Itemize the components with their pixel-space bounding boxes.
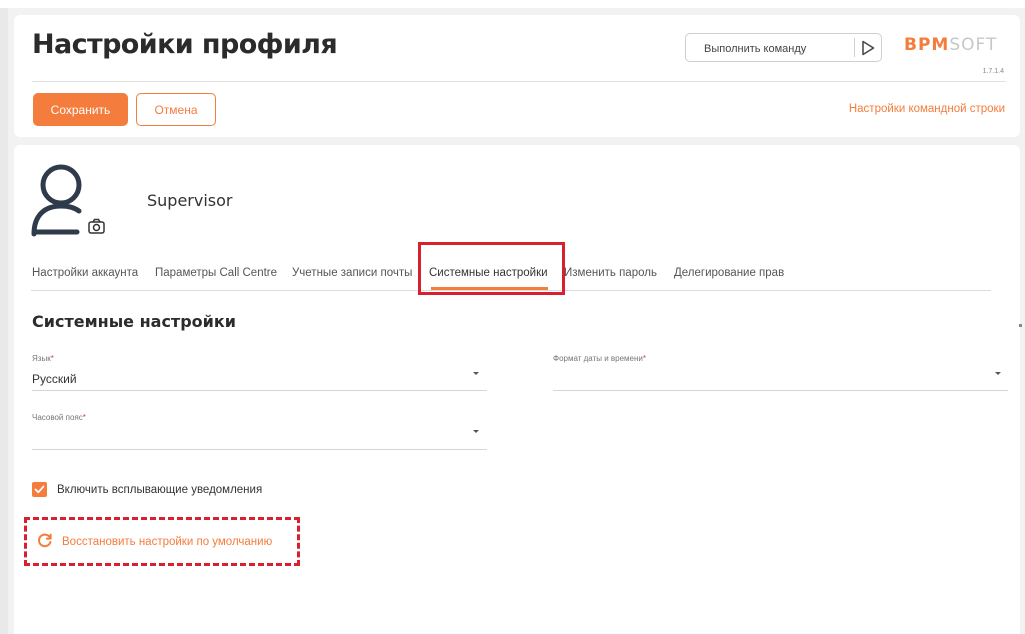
- popup-notifications-label[interactable]: Включить всплывающие уведомления: [57, 484, 262, 496]
- command-separator: [854, 38, 855, 57]
- refresh-icon: [38, 533, 52, 548]
- required-mark: *: [82, 413, 86, 422]
- command-box[interactable]: [685, 33, 882, 62]
- user-name: Supervisor: [147, 191, 233, 210]
- required-mark: *: [642, 354, 647, 363]
- tab-delegation[interactable]: Делегирование прав: [674, 267, 784, 279]
- version-label: 1.7.1.4: [982, 68, 1004, 75]
- language-value[interactable]: Русский: [32, 372, 77, 386]
- tab-change-password[interactable]: Изменить пароль: [564, 267, 657, 279]
- restore-defaults-label: Восстановить настройки по умолчанию: [62, 536, 273, 548]
- page-title: Настройки профиля: [32, 29, 338, 60]
- top-cropped-strip: [0, 0, 1025, 8]
- resize-handle: [1019, 324, 1022, 327]
- logo-part-1: BPM: [904, 35, 950, 55]
- language-field-line: [32, 390, 487, 391]
- camera-icon: [88, 218, 105, 234]
- header-divider: [32, 81, 1006, 82]
- tab-system-settings[interactable]: Системные настройки: [429, 267, 548, 279]
- tabs-divider: [31, 290, 991, 291]
- timezone-field-line: [32, 449, 487, 450]
- main-card: Supervisor Настройки аккаунта Параметры …: [14, 145, 1020, 634]
- play-icon[interactable]: [861, 40, 875, 56]
- tab-call-centre[interactable]: Параметры Call Centre: [155, 267, 277, 279]
- tab-email-accounts[interactable]: Учетные записи почты: [292, 267, 412, 279]
- checkmark-icon: [34, 485, 45, 494]
- user-avatar-icon[interactable]: [31, 163, 109, 237]
- timezone-label-text: Часовой пояс: [32, 413, 83, 422]
- datetime-format-label: Формат даты и времени*: [553, 354, 646, 363]
- language-label-text: Язык: [32, 354, 51, 363]
- language-dropdown-icon[interactable]: [473, 372, 479, 375]
- cancel-button[interactable]: Отмена: [136, 93, 216, 126]
- section-title: Системные настройки: [32, 312, 236, 331]
- bpmsoft-logo: BPMSOFT: [904, 35, 1009, 55]
- datetime-format-label-text: Формат даты и времени: [553, 354, 643, 363]
- command-input[interactable]: [702, 39, 856, 58]
- tab-account-settings[interactable]: Настройки аккаунта: [32, 267, 138, 279]
- logo-part-2: SOFT: [949, 35, 998, 55]
- active-tab-indicator: [431, 287, 548, 290]
- command-line-settings-link[interactable]: Настройки командной строки: [849, 103, 1005, 115]
- language-label: Язык*: [32, 354, 54, 363]
- header-card: Настройки профиля BPMSOFT 1.7.1.4 Сохран…: [14, 15, 1020, 137]
- datetime-format-dropdown-icon[interactable]: [995, 372, 1001, 375]
- datetime-format-field-line: [553, 390, 1008, 391]
- restore-defaults-button[interactable]: Восстановить настройки по умолчанию: [24, 517, 300, 566]
- required-mark: *: [50, 354, 54, 363]
- popup-notifications-checkbox[interactable]: [32, 482, 47, 497]
- save-button[interactable]: Сохранить: [33, 93, 128, 126]
- left-edge: [0, 8, 8, 634]
- timezone-label: Часовой пояс*: [32, 413, 86, 422]
- timezone-dropdown-icon[interactable]: [473, 430, 479, 433]
